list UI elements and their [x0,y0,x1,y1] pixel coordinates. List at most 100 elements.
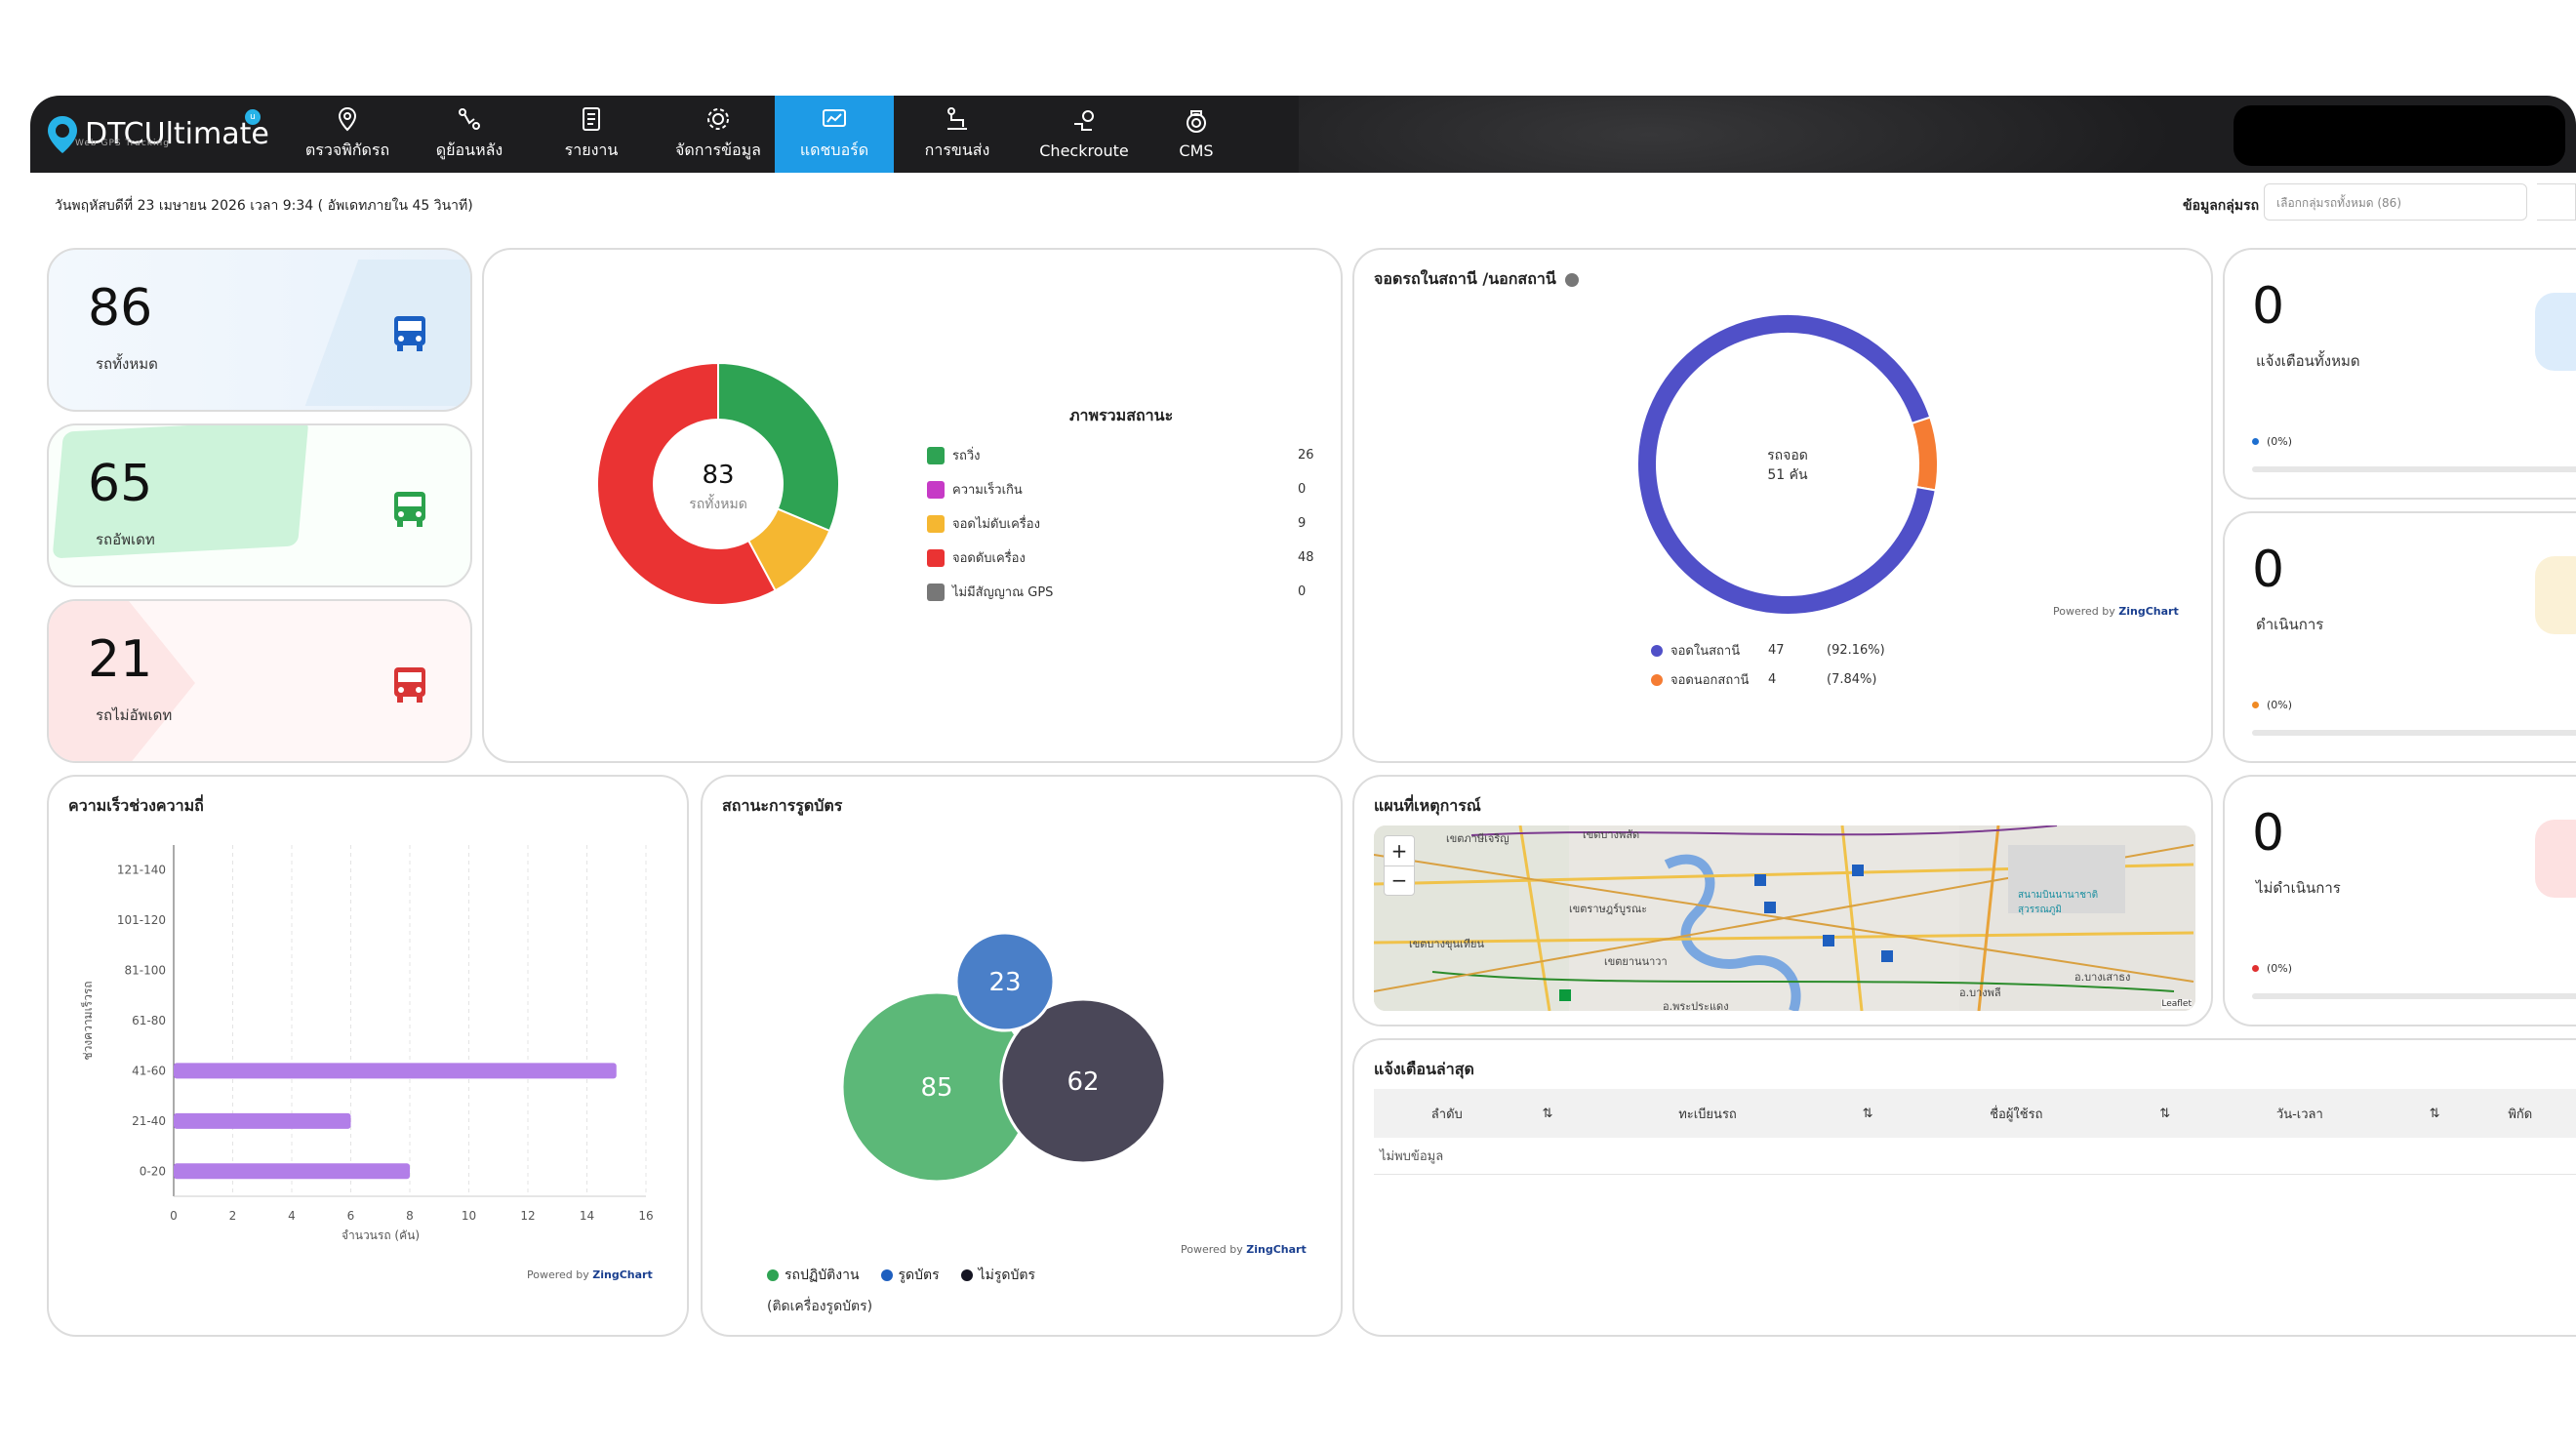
powered-by[interactable]: Powered by ZingChart [527,1268,653,1281]
column-header[interactable]: ทะเบียนรถ [1575,1089,1840,1138]
stat-value: 65 [88,455,153,513]
legend-dot-icon [1651,644,1663,657]
legend-item[interactable]: รถวิ่ง [927,445,981,465]
station-center-value: 51 คัน [1767,467,1808,483]
stat-card-total[interactable]: 86 รถทั้งหมด [47,248,472,412]
legend-item[interactable]: ไม่รูดบัตร [960,1265,1035,1286]
legend-percent: (7.84%) [1827,672,1877,687]
station-parking-card: จอดรถในสถานี /นอกสถานี รถจอด 51 คัน Powe… [1352,248,2213,763]
sort-icon[interactable]: ⇅ [1519,1089,1576,1138]
speed-bar[interactable] [174,1063,617,1079]
logo-pin-icon [48,116,77,153]
legend-value: 4 [1768,672,1777,687]
powered-by[interactable]: Powered by ZingChart [2053,605,2179,618]
nav-item-cms[interactable]: CMS [1147,96,1245,173]
column-header[interactable]: วัน-เวลา [2193,1089,2407,1138]
info-icon[interactable] [1565,272,1580,287]
card-title: ความเร็วช่วงความถี่ [68,796,204,815]
legend-value: 48 [1298,550,1314,565]
speed-bar[interactable] [174,1112,351,1129]
notif-value: 0 [2252,804,2285,863]
legend-label: จอดนอกสถานี [1670,673,1750,688]
nav-label: จัดการข้อมูล [675,141,761,159]
notif-card-not-processed[interactable]: 0 ไม่ดำเนินการ (0%) [2223,775,2576,1026]
card-decoration [2535,293,2576,371]
status-dot-icon [2252,702,2259,708]
x-tick-label: 8 [406,1209,414,1223]
notif-card-total[interactable]: 0 แจ้งเตือนทั้งหมด (0%) [2223,248,2576,500]
legend-value: 47 [1768,643,1785,658]
stat-label: รถไม่อัพเดท [96,706,173,724]
speed-bar[interactable] [174,1163,410,1180]
y-tick-label: 81-100 [124,964,166,978]
card-decoration [2535,556,2576,634]
map-pin-icon [338,106,357,132]
column-header[interactable]: ชื่อผู้ใช้รถ [1895,1089,2138,1138]
legend-swatch [927,583,945,601]
card-decoration [304,260,470,406]
sort-icon[interactable]: ⇅ [1839,1089,1896,1138]
nav-item-data-management[interactable]: จัดการข้อมูล [655,96,782,173]
nav-item-report[interactable]: รายงาน [533,96,650,173]
speed-frequency-card: ความเร็วช่วงความถี่ 0 2 4 6 8 10 12 14 16 121-140… [47,775,689,1337]
speed-bar-chart: 0 2 4 6 8 10 12 14 16 121-140 101-120 81-100 61-80 41… [80,845,654,1242]
latest-alerts-card: แจ้งเตือนล่าสุด ลำดับ ⇅ ทะเบียนรถ ⇅ ชื่อ… [1352,1038,2576,1337]
group-label: ข้อมูลกลุ่มรถ [2183,198,2260,214]
card-swipe-bubble-chart: 85 62 23 [840,931,1167,1184]
nav-item-history[interactable]: ดูย้อนหลัง [411,96,528,173]
nav-label: Checkroute [1039,141,1129,160]
nav-item-vehicle-tracking[interactable]: ตรวจพิกัดรถ [289,96,406,173]
event-map[interactable]: + − เขตภาษีเจริญ เขตบางพลัด เขตราษฎร์บูร… [1374,825,2195,1011]
stat-card-updated[interactable]: 65 รถอัพเดท [47,423,472,587]
table-row: ไม่พบข้อมูล [1374,1138,2576,1175]
group-select[interactable]: เลือกกลุ่มรถทั้งหมด (86) [2264,183,2527,221]
bubble-legend: รถปฏิบัติงาน รูดบัตร ไม่รูดบัตร [767,1265,1035,1286]
x-tick-label: 10 [462,1209,476,1223]
legend-item[interactable]: รถปฏิบัติงาน [767,1265,860,1286]
sort-icon[interactable]: ⇅ [2137,1089,2194,1138]
zoom-out-button[interactable]: − [1385,866,1414,895]
powered-by[interactable]: Powered by ZingChart [1181,1243,1307,1256]
user-menu-area[interactable] [2234,105,2565,166]
legend-item[interactable]: ไม่มีสัญญาณ GPS [927,582,1053,602]
legend-item[interactable]: จอดนอกสถานี 4 (7.84%) [1651,669,1876,690]
card-title: แจ้งเตือนล่าสุด [1374,1060,1474,1078]
manage-icon [707,108,729,130]
nav-label: รายงาน [564,141,619,159]
brand-logo[interactable]: DTCUltimate [46,105,269,164]
notif-card-processing[interactable]: 0 ดำเนินการ (0%) [2223,511,2576,763]
y-tick-label: 41-60 [132,1064,166,1077]
brand-subtitle: Web GPS Tracking [75,139,170,148]
zoom-in-button[interactable]: + [1385,836,1414,866]
legend-item[interactable]: ความเร็วเกิน [927,479,1023,500]
x-tick-label: 0 [170,1209,178,1223]
group-select-button[interactable] [2537,183,2576,221]
map-label: เขตยานนาวา [1604,955,1668,968]
nav-item-dashboard[interactable]: แดชบอร์ด [775,96,894,173]
legend-percent: (92.16%) [1827,643,1885,658]
nav-item-transport[interactable]: การขนส่ง [899,96,1016,173]
report-icon [583,107,600,131]
notif-percent: (0%) [2252,699,2292,711]
status-overview-card: 83 รถทั้งหมด ภาพรวมสถานะ รถวิ่ง 26 ความเร็… [482,248,1343,763]
column-header[interactable]: ลำดับ [1374,1089,1520,1138]
column-header[interactable]: พิกัด [2462,1089,2576,1138]
legend-item[interactable]: จอดในสถานี 47 (92.16%) [1651,640,1885,661]
stat-card-not-updated[interactable]: 21 รถไม่อัพเดท [47,599,472,763]
legend-value: 26 [1298,448,1314,463]
x-tick-label: 16 [638,1209,653,1223]
legend-item[interactable]: รูดบัตร [880,1265,940,1286]
legend-dot-icon [767,1269,779,1281]
nav-item-checkroute[interactable]: Checkroute [1021,96,1147,173]
legend-label: ไม่มีสัญญาณ GPS [952,585,1054,600]
donut-slice[interactable] [1910,416,1939,492]
station-center-label: รถจอด [1767,448,1808,463]
nav-label: แดชบอร์ด [799,141,869,159]
bubble-value: 23 [988,968,1021,997]
map-attribution[interactable]: Leaflet [2161,999,2192,1009]
legend-item[interactable]: จอดไม่ดับเครื่อง [927,513,1040,534]
legend-item[interactable]: จอดดับเครื่อง [927,547,1026,568]
legend-dot-icon [960,1269,973,1281]
truck-icon [394,492,425,527]
sort-icon[interactable]: ⇅ [2406,1089,2463,1138]
